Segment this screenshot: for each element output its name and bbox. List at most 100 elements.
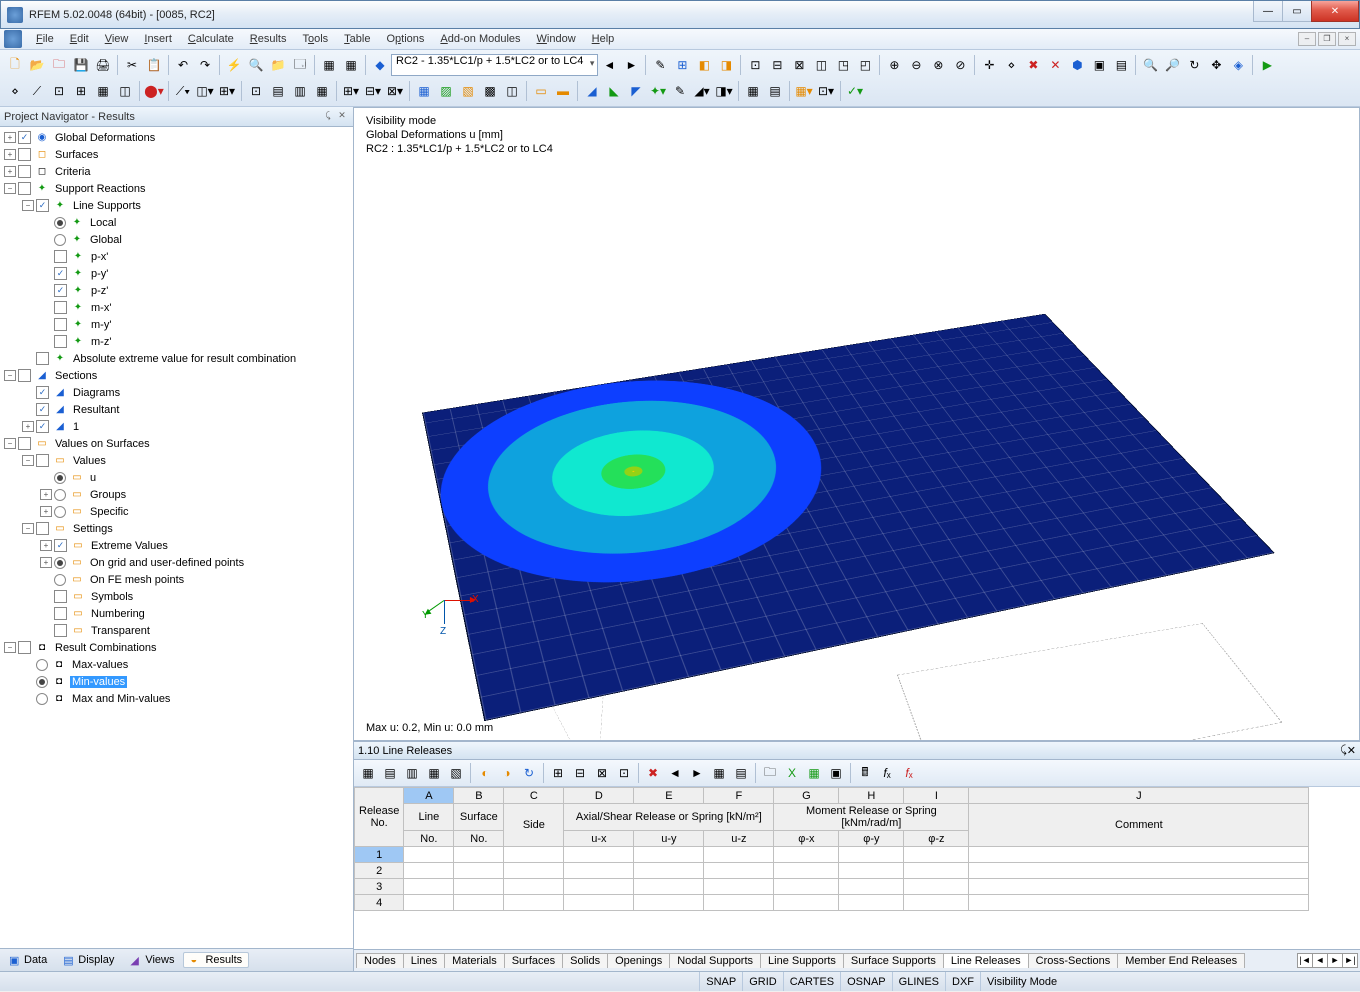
tb2-ff-icon[interactable]: ▦: [742, 80, 764, 102]
grid-icon[interactable]: ▦: [340, 54, 362, 76]
tree-specific[interactable]: Specific: [88, 506, 131, 518]
tree-diagrams[interactable]: Diagrams: [71, 387, 122, 399]
close-icon[interactable]: 🗀: [48, 54, 70, 76]
menu-file[interactable]: File: [28, 31, 62, 47]
new-icon[interactable]: 🗋: [4, 54, 26, 76]
tool-j-icon[interactable]: ◰: [854, 54, 876, 76]
tree-local[interactable]: Local: [88, 217, 118, 229]
clip-icon[interactable]: ▤: [1110, 54, 1132, 76]
col-A[interactable]: A: [404, 788, 454, 804]
status-snap[interactable]: SNAP: [699, 972, 742, 991]
cut-icon[interactable]: ✂: [121, 54, 143, 76]
tab-line-supports[interactable]: Line Supports: [760, 953, 844, 968]
tp-n-icon[interactable]: ►: [686, 762, 708, 784]
tool-a-icon[interactable]: ✎: [649, 54, 671, 76]
tool-n-icon[interactable]: ⊘: [949, 54, 971, 76]
status-grid[interactable]: GRID: [742, 972, 783, 991]
tree-min-values[interactable]: Min-values: [70, 676, 127, 688]
tree-values-on-surfaces[interactable]: Values on Surfaces: [53, 438, 152, 450]
tabs-first-icon[interactable]: |◄: [1297, 953, 1313, 968]
tp-h-icon[interactable]: ⊞: [547, 762, 569, 784]
tb2-z-icon[interactable]: ◣: [603, 80, 625, 102]
tree-mz[interactable]: m-z': [89, 336, 113, 348]
menu-options[interactable]: Options: [378, 31, 432, 47]
del-icon[interactable]: ✕: [1044, 54, 1066, 76]
tree-settings[interactable]: Settings: [71, 523, 115, 535]
tree-max-min[interactable]: Max and Min-values: [70, 693, 172, 705]
tree-support-reactions[interactable]: Support Reactions: [53, 183, 148, 195]
tb2-bb-icon[interactable]: ✦▾: [647, 80, 669, 102]
status-cartes[interactable]: CARTES: [783, 972, 840, 991]
tab-solids[interactable]: Solids: [562, 953, 608, 968]
iso-icon[interactable]: ◈: [1227, 54, 1249, 76]
tool-d-icon[interactable]: ◨: [715, 54, 737, 76]
tb2-ii-icon[interactable]: ⊡▾: [815, 80, 837, 102]
close-button[interactable]: ✕: [1311, 1, 1359, 22]
col-G[interactable]: G: [774, 788, 839, 804]
status-osnap[interactable]: OSNAP: [840, 972, 892, 991]
tp-fx2-icon[interactable]: fₓ: [898, 762, 920, 784]
tree-extreme-values[interactable]: Extreme Values: [89, 540, 170, 552]
nav-tab-data[interactable]: ▣Data: [2, 952, 54, 968]
tb2-j-icon[interactable]: ⊞▾: [216, 80, 238, 102]
tp-fx-icon[interactable]: fₓ: [876, 762, 898, 784]
col-release[interactable]: ReleaseNo.: [355, 788, 404, 847]
col-J[interactable]: J: [969, 788, 1309, 804]
tree-1[interactable]: 1: [71, 421, 81, 433]
tp-d-icon[interactable]: ▧: [445, 762, 467, 784]
tb2-r-icon[interactable]: ▦: [413, 80, 435, 102]
tb2-f-icon[interactable]: ◫: [114, 80, 136, 102]
menu-calculate[interactable]: Calculate: [180, 31, 242, 47]
results-toggle-icon[interactable]: ◆: [369, 54, 391, 76]
tb2-x-icon[interactable]: ▬: [552, 80, 574, 102]
tool-k-icon[interactable]: ⊕: [883, 54, 905, 76]
tp-r-icon[interactable]: ▣: [825, 762, 847, 784]
tree-pz[interactable]: p-z': [89, 285, 110, 297]
tab-nodal-supports[interactable]: Nodal Supports: [669, 953, 761, 968]
redo-icon[interactable]: ↷: [194, 54, 216, 76]
col-D[interactable]: D: [564, 788, 634, 804]
tree-groups[interactable]: Groups: [88, 489, 128, 501]
zoom-fit-icon[interactable]: 🔍: [1139, 54, 1161, 76]
tp-i-icon[interactable]: ⊟: [569, 762, 591, 784]
tb2-o-icon[interactable]: ⊞▾: [340, 80, 362, 102]
pin-icon[interactable]: ⤹: [321, 110, 335, 124]
3d-viewport[interactable]: Visibility mode Global Deformations u [m…: [354, 107, 1360, 741]
tb2-c-icon[interactable]: ⊡: [48, 80, 70, 102]
tab-nodes[interactable]: Nodes: [356, 953, 404, 968]
row-3[interactable]: 3: [355, 879, 404, 895]
menu-tools[interactable]: Tools: [294, 31, 336, 47]
tree-surfaces[interactable]: Surfaces: [53, 149, 100, 161]
tp-a-icon[interactable]: ▤: [379, 762, 401, 784]
tb2-m-icon[interactable]: ▥: [289, 80, 311, 102]
tool-e-icon[interactable]: ⊡: [744, 54, 766, 76]
tab-cross-sections[interactable]: Cross-Sections: [1028, 953, 1119, 968]
tb2-h-icon[interactable]: ⟋▾: [172, 80, 194, 102]
col-I[interactable]: I: [904, 788, 969, 804]
tree-result-comb[interactable]: Result Combinations: [53, 642, 159, 654]
node-icon[interactable]: ⋄: [1000, 54, 1022, 76]
tb2-dd-icon[interactable]: ◢▾: [691, 80, 713, 102]
tp-q-icon[interactable]: 🗀: [759, 762, 781, 784]
tabs-prev-icon[interactable]: ◄: [1312, 953, 1328, 968]
tb2-b-icon[interactable]: ⟋: [26, 80, 48, 102]
tool-l-icon[interactable]: ⊖: [905, 54, 927, 76]
tabs-last-icon[interactable]: ►|: [1342, 953, 1358, 968]
rotate-icon[interactable]: ↻: [1183, 54, 1205, 76]
tp-o-icon[interactable]: ▦: [708, 762, 730, 784]
copy-icon[interactable]: 📋: [143, 54, 165, 76]
tab-lines[interactable]: Lines: [403, 953, 445, 968]
table-close-icon[interactable]: ✕: [1347, 744, 1356, 757]
data-grid[interactable]: ReleaseNo. A B C D E F G H I J: [354, 787, 1360, 911]
tb2-ee-icon[interactable]: ◨▾: [713, 80, 735, 102]
tb2-y-icon[interactable]: ◢: [581, 80, 603, 102]
panel-close-icon[interactable]: ✕: [335, 110, 349, 124]
tb2-a-icon[interactable]: ⋄: [4, 80, 26, 102]
tp-excel-icon[interactable]: X: [781, 762, 803, 784]
tb2-l-icon[interactable]: ▤: [267, 80, 289, 102]
tp-e-icon[interactable]: ◐: [474, 762, 496, 784]
undo-icon[interactable]: ↶: [172, 54, 194, 76]
tb2-cc-icon[interactable]: ✎: [669, 80, 691, 102]
menu-window[interactable]: Window: [529, 31, 584, 47]
tree-px[interactable]: p-x': [89, 251, 110, 263]
